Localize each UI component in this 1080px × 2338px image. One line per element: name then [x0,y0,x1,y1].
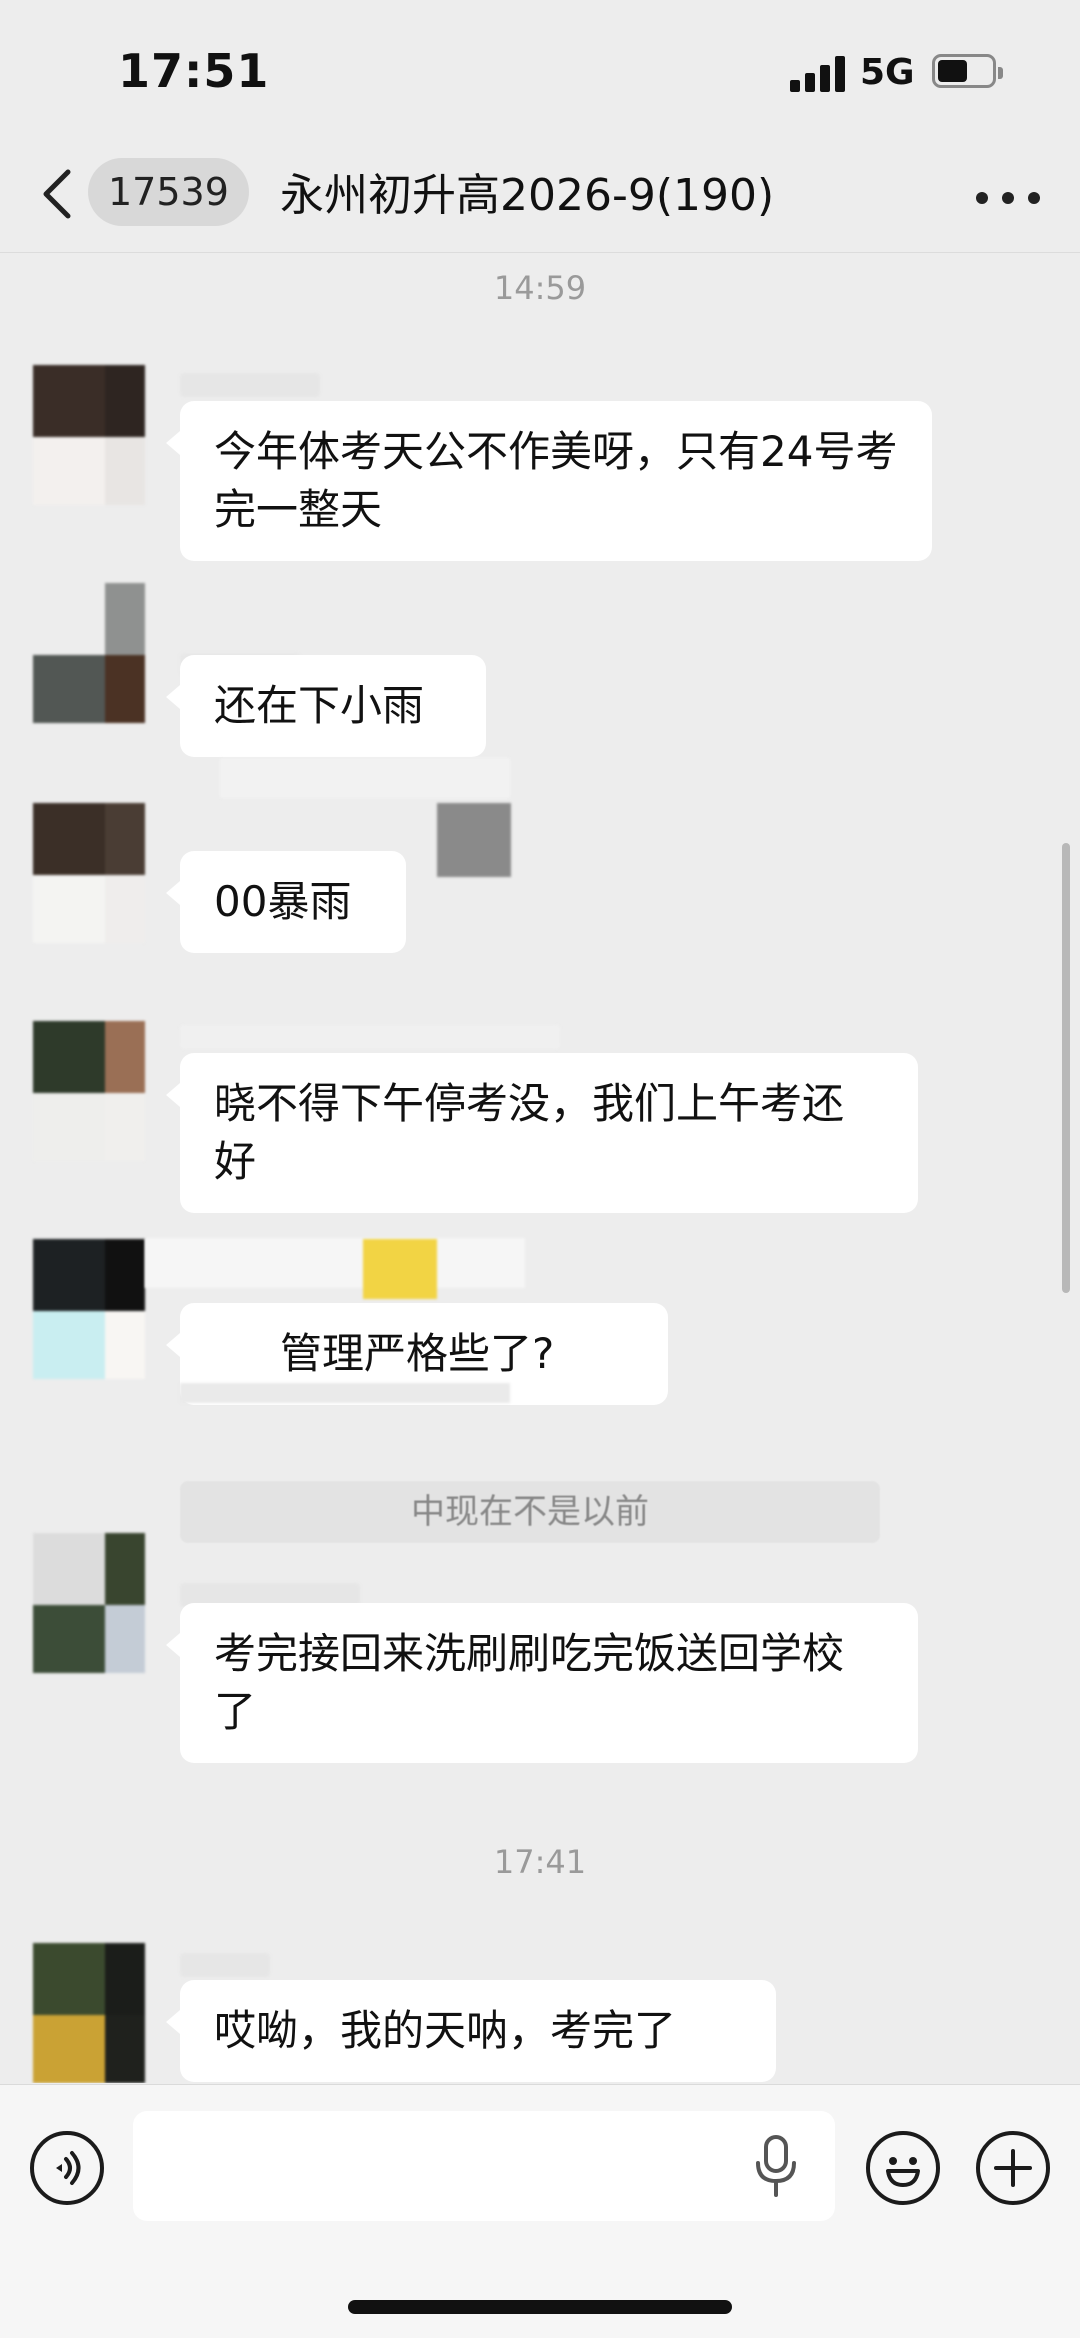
smiley-icon [886,2157,920,2187]
message-list[interactable]: 14:59 今年体考天公不作美呀，只有24号考完一整天 还在下小雨 00暴雨 晓… [0,253,1080,2083]
back-button[interactable] [40,166,90,226]
message-bubble[interactable]: 哎呦，我的天呐，考完了 [166,1980,776,2082]
plus-icon [994,2149,1032,2187]
voice-button[interactable] [30,2131,104,2205]
message-bubble[interactable]: 还在下小雨 [166,655,486,757]
mosaic-block [180,1383,510,1403]
status-time: 17:51 [118,44,270,98]
sender-name [180,1025,560,1049]
sender-name [180,1953,270,1977]
sender-name [180,373,320,397]
emoji-button[interactable] [866,2131,940,2205]
chat-title: 永州初升高2026-9(190) [280,170,775,221]
unread-count-badge[interactable]: 17539 [88,158,249,226]
chat-header: 17539 永州初升高2026-9(190) [0,140,1080,253]
more-button[interactable] [968,170,1048,222]
avatar[interactable] [33,803,145,943]
avatar[interactable] [33,583,145,723]
voice-wave-icon [56,2151,81,2185]
avatar[interactable] [33,365,145,505]
avatar[interactable] [33,1021,145,1161]
home-indicator[interactable] [348,2300,732,2314]
microphone-icon[interactable] [750,2133,802,2199]
plus-button[interactable] [976,2131,1050,2205]
message-bubble[interactable]: 考完接回来洗刷刷吃完饭送回学校了 [166,1603,918,1763]
chevron-left-icon [43,169,71,219]
mosaic-block [145,1238,525,1288]
avatar[interactable] [33,1533,145,1673]
mosaic-block [220,758,510,798]
message-bubble[interactable]: 晓不得下午停考没，我们上午考还好 [166,1053,918,1213]
mosaic-block [363,1239,437,1299]
avatar[interactable] [33,1943,145,2083]
more-dots-icon [976,192,988,204]
signal-icon [790,56,846,92]
status-bar: 17:51 5G [0,0,1080,140]
scrollbar[interactable] [1062,843,1070,1293]
timestamp: 17:41 [493,1843,587,1881]
timestamp: 14:59 [493,269,587,307]
message-text: 管理严格些了? [280,1329,555,1378]
system-message: 中现在不是以前 [180,1481,880,1543]
mosaic-block [437,803,511,877]
message-input[interactable] [133,2111,835,2221]
message-bubble[interactable]: 00暴雨 [166,851,406,953]
avatar[interactable] [33,1239,145,1379]
network-label: 5G [860,52,915,93]
battery-icon [932,54,1003,88]
message-bubble[interactable]: 今年体考天公不作美呀，只有24号考完一整天 [166,401,932,561]
